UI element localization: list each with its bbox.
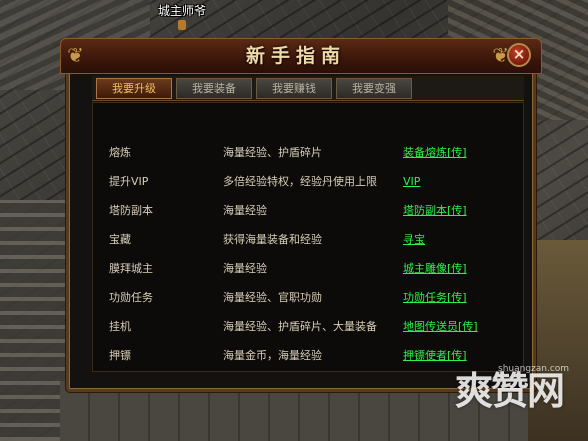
list-item: 功勋任务 海量经验、官职功勋 功勋任务[传] xyxy=(93,288,525,308)
activity-link[interactable]: 塔防副本[传] xyxy=(403,201,467,221)
activity-reward: 获得海量装备和经验 xyxy=(223,233,322,246)
activity-reward: 海量经验 xyxy=(223,204,267,217)
activity-link[interactable]: 功勋任务[传] xyxy=(403,288,467,308)
activity-reward: 海量经验、护盾碎片、大量装备 xyxy=(223,320,377,333)
activity-name: 功勋任务 xyxy=(109,291,153,304)
list-item: 塔防副本 海量经验 塔防副本[传] xyxy=(93,201,525,221)
list-item: 挂机 海量经验、护盾碎片、大量装备 地图传送员[传] xyxy=(93,317,525,337)
tab-get-stronger[interactable]: 我要变强 xyxy=(336,78,412,99)
activity-reward: 海量金币，海量经验 xyxy=(223,349,322,362)
activity-reward: 多倍经验特权，经验丹使用上限 xyxy=(223,175,377,188)
activity-name: 挂机 xyxy=(109,320,131,333)
activity-name: 押镖 xyxy=(109,349,131,362)
activity-name: 提升VIP xyxy=(109,175,149,188)
activity-name: 膜拜城主 xyxy=(109,262,153,275)
activity-link[interactable]: 城主雕像[传] xyxy=(403,259,467,279)
tab-make-money[interactable]: 我要赚钱 xyxy=(256,78,332,99)
npc-marker-icon[interactable] xyxy=(178,20,186,30)
tab-bar: 我要升级 我要装备 我要赚钱 我要变强 xyxy=(92,76,524,101)
activity-reward: 海量经验 xyxy=(223,262,267,275)
list-item: 提升VIP 多倍经验特权，经验丹使用上限 VIP xyxy=(93,172,525,192)
activity-link[interactable]: 地图传送员[传] xyxy=(403,317,478,337)
list-item: 熔炼 海量经验、护盾碎片 装备熔炼[传] xyxy=(93,143,525,163)
activity-link[interactable]: VIP xyxy=(403,172,420,192)
activity-name: 塔防副本 xyxy=(109,204,153,217)
list-item: 宝藏 获得海量装备和经验 寻宝 xyxy=(93,230,525,250)
activity-reward: 海量经验、官职功勋 xyxy=(223,291,322,304)
close-button[interactable]: × xyxy=(507,43,531,67)
panel-title: 新手指南 xyxy=(245,45,346,67)
site-watermark-url: shuangzan.com xyxy=(498,364,570,374)
newbie-guide-panel: ❦ ❦ 新手指南 × 我要升级 我要装备 我要赚钱 我要变强 熔炼 海量经验、护… xyxy=(60,38,542,392)
guide-list: 熔炼 海量经验、护盾碎片 装备熔炼[传] 提升VIP 多倍经验特权，经验丹使用上… xyxy=(92,102,524,372)
tab-level-up[interactable]: 我要升级 xyxy=(96,78,172,99)
activity-link[interactable]: 装备熔炼[传] xyxy=(403,143,467,163)
panel-header[interactable]: ❦ ❦ 新手指南 × xyxy=(60,38,542,74)
activity-link[interactable]: 寻宝 xyxy=(403,230,425,250)
activity-name: 宝藏 xyxy=(109,233,131,246)
list-item: 膜拜城主 海量经验 城主雕像[传] xyxy=(93,259,525,279)
tab-equipment[interactable]: 我要装备 xyxy=(176,78,252,99)
npc-name-label[interactable]: 城主师爷 xyxy=(158,2,206,19)
activity-name: 熔炼 xyxy=(109,146,131,159)
activity-reward: 海量经验、护盾碎片 xyxy=(223,146,322,159)
